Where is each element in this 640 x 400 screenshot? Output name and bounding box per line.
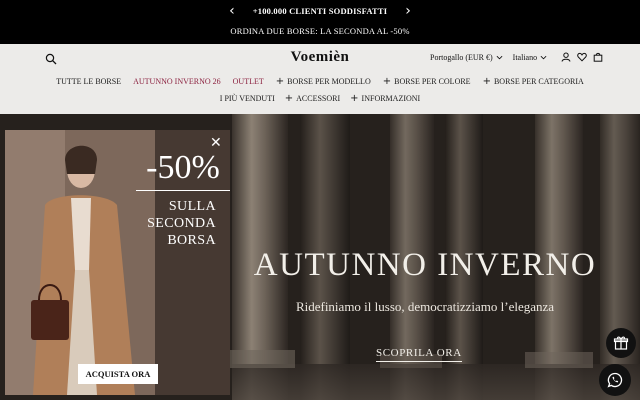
plus-icon: + bbox=[275, 75, 285, 87]
plus-icon: + bbox=[482, 75, 491, 87]
nav-label: BORSE PER COLORE bbox=[394, 77, 471, 86]
nav-item-borse-per-categoria[interactable]: + BORSE PER CATEGORIA bbox=[482, 75, 584, 87]
gift-icon bbox=[613, 336, 629, 350]
nav-item-borse-per-colore[interactable]: + BORSE PER COLORE bbox=[382, 75, 471, 87]
main-nav: TUTTE LE BORSE AUTUNNO INVERNO 26 OUTLET… bbox=[0, 75, 640, 87]
nav-label: INFORMAZIONI bbox=[361, 94, 421, 103]
announcement-carousel: ‹ +100.000 CLIENTI SODDISFATTI › bbox=[0, 3, 640, 19]
popup-text: SULLA SECONDA BORSA bbox=[136, 198, 216, 249]
region-label: Portogallo (EUR €) bbox=[430, 52, 493, 62]
chevron-down-icon bbox=[540, 55, 547, 59]
announcement-message: +100.000 CLIENTI SODDISFATTI bbox=[252, 6, 388, 16]
region-selector[interactable]: Portogallo (EUR €) bbox=[430, 53, 503, 62]
header-utilities: Portogallo (EUR €) Italiano bbox=[430, 52, 603, 62]
nav-label: OUTLET bbox=[232, 77, 264, 86]
heart-icon[interactable] bbox=[577, 52, 587, 62]
search-icon[interactable] bbox=[45, 53, 57, 65]
nav-item-borse-per-modello[interactable]: + BORSE PER MODELLO bbox=[275, 75, 371, 87]
whatsapp-icon bbox=[607, 372, 623, 388]
user-icon[interactable] bbox=[561, 52, 571, 62]
promo-message: ORDINA DUE BORSE: LA SECONDA AL -50% bbox=[230, 26, 410, 36]
site-header: Voemièn Portogallo (EUR €) Italiano TUTT… bbox=[0, 44, 640, 114]
nav-item-piu-venduti[interactable]: I PIÙ VENDUTI bbox=[220, 94, 275, 103]
chevron-down-icon bbox=[496, 55, 503, 59]
nav-label: ACCESSORI bbox=[296, 94, 341, 103]
popup-text-line: BORSA bbox=[167, 233, 216, 248]
plus-icon: + bbox=[382, 75, 392, 87]
nav-label: BORSE PER MODELLO bbox=[287, 77, 371, 86]
hero-title: AUTUNNO INVERNO bbox=[253, 247, 597, 283]
nav-label: TUTTE LE BORSE bbox=[56, 77, 122, 86]
chevron-left-icon[interactable]: ‹ bbox=[229, 3, 235, 19]
chevron-right-icon[interactable]: › bbox=[405, 3, 411, 19]
account-icons bbox=[561, 52, 603, 62]
popup-text-line: SECONDA bbox=[147, 216, 216, 231]
announcement-bar: ‹ +100.000 CLIENTI SODDISFATTI › ORDINA … bbox=[0, 0, 640, 44]
bag-icon[interactable] bbox=[593, 52, 603, 62]
plus-icon: + bbox=[350, 92, 359, 104]
discover-button[interactable]: SCOPRILA ORA bbox=[376, 347, 462, 362]
gift-button[interactable] bbox=[606, 328, 636, 358]
popup-text-line: SULLA bbox=[168, 199, 216, 214]
hero-subtitle: Ridefiniamo il lusso, democratizziamo l’… bbox=[295, 299, 555, 314]
shop-now-button[interactable]: ACQUISTA ORA bbox=[78, 364, 158, 384]
popup-discount: -50% bbox=[136, 148, 230, 191]
language-label: Italiano bbox=[512, 52, 538, 62]
nav-item-informazioni[interactable]: + INFORMAZIONI bbox=[350, 92, 421, 104]
nav-item-accessori[interactable]: + ACCESSORI bbox=[284, 92, 341, 104]
nav-label: AUTUNNO INVERNO 26 bbox=[133, 77, 221, 86]
nav-item-autunno-inverno[interactable]: AUTUNNO INVERNO 26 bbox=[133, 77, 221, 86]
plus-icon: + bbox=[284, 92, 294, 104]
nav-label: BORSE PER CATEGORIA bbox=[493, 77, 584, 86]
secondary-nav: I PIÙ VENDUTI + ACCESSORI + INFORMAZIONI bbox=[0, 92, 640, 104]
language-selector[interactable]: Italiano bbox=[513, 53, 547, 62]
nav-item-outlet[interactable]: OUTLET bbox=[233, 77, 264, 86]
nav-item-tutte-le-borse[interactable]: TUTTE LE BORSE bbox=[56, 77, 121, 86]
nav-label: I PIÙ VENDUTI bbox=[219, 94, 275, 103]
whatsapp-button[interactable] bbox=[599, 364, 631, 396]
